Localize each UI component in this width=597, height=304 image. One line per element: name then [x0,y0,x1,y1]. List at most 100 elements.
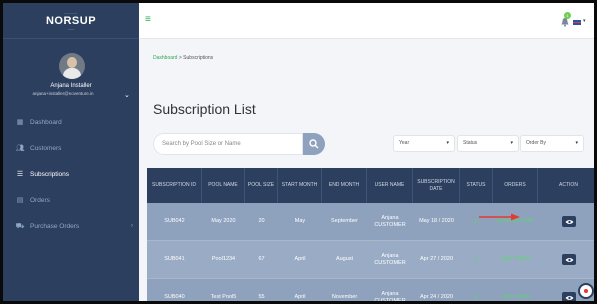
sidebar-item-label: Dashboard [30,118,62,126]
language-flag-icon[interactable] [573,20,581,25]
cell-subscription-date: Apr 24 / 2020 [419,294,454,300]
cell-subscription-id: SUB042 [164,218,185,224]
cell-end-month: November [331,294,358,300]
cell-user-name: Anjana CUSTOMER [374,214,406,228]
cell-subscription-date: Apr 27 / 2020 [419,256,454,262]
help-widget-icon[interactable] [578,283,594,299]
main-content: ≡ 1 ▾ Dashboard > Subscriptions Subscrip… [139,3,594,304]
column-header[interactable]: SUBSCRIPTION DATE [413,168,460,203]
cell-pool-name: Pool1234 [211,256,236,262]
cell-action [538,203,594,240]
orders-icon: ▤ [16,197,24,204]
search-input[interactable]: Search by Pool Size or Name [153,133,303,155]
brand-name: NORSUP [45,14,97,27]
cell-user-name: Anjana CUSTOMER [374,252,406,266]
cell-subscription-date: May 18 / 2020 [419,218,454,224]
sidebar-item-purchase-orders[interactable]: ⛟ Purchase Orders › [3,213,139,239]
sidebar-item-label: Customers [30,144,62,152]
eye-icon [565,257,573,262]
cell-user-name: Anjana CUSTOMER [374,290,406,304]
avatar-body [63,68,81,79]
year-select[interactable]: Year ▾ [393,135,455,152]
chevron-right-icon: › [131,223,133,229]
generate-order-link[interactable]: Generate Order [493,203,538,240]
cell-pool-size: 55 [258,294,265,300]
view-button[interactable] [562,216,576,227]
status-check-icon: ✓ [473,255,480,264]
eye-icon [565,219,573,224]
search-button[interactable] [303,133,325,155]
cell-pool-size: 20 [258,218,265,224]
user-name: Anjana Installer [50,83,92,89]
order-by-select[interactable]: Order By ▾ [520,135,584,152]
column-header[interactable]: START MONTH [278,168,322,203]
cell-subscription-id: SUB040 [164,294,185,300]
view-button[interactable] [562,254,576,265]
table-header: SUBSCRIPTION ID POOL NAME POOL SIZE STAR… [147,168,594,203]
user-email: anjana+installer@noventure.in [32,91,94,96]
eye-icon [565,295,573,300]
cart-icon: ⛟ [15,222,25,230]
chevron-down-icon: ▾ [446,140,449,146]
sidebar-item-label: Purchase Orders [30,222,80,230]
status-check-icon: ✓ [473,217,480,226]
breadcrumb: Dashboard > Subscriptions [153,55,213,61]
sidebar-nav: ▦ Dashboard 👥︎ Customers ☰ Subscriptions… [3,109,139,239]
cell-subscription-id: SUB041 [164,256,185,262]
users-icon: 👥︎ [15,145,25,152]
app-window: ───── NORSUP ─── Anjana Installer anjana… [0,0,597,304]
sidebar-item-orders[interactable]: ▤ Orders [3,187,139,213]
breadcrumb-dashboard-link[interactable]: Dashboard [153,55,177,61]
column-header[interactable]: USER NAME [367,168,413,203]
column-header[interactable]: END MONTH [322,168,367,203]
search-icon [309,139,319,149]
notification-badge: 1 [564,12,571,19]
sidebar-item-label: Subscriptions [30,170,70,178]
column-header[interactable]: POOL SIZE [245,168,278,203]
avatar[interactable] [59,53,85,79]
chevron-down-icon: ▾ [575,140,578,146]
sidebar-item-customers[interactable]: 👥︎ Customers [3,135,139,161]
avatar-head [67,57,77,68]
page-title: Subscription List [153,101,256,117]
table-row[interactable]: SUB042 May 2020 20 May September Anjana … [147,203,594,241]
view-button[interactable] [562,292,576,301]
list-icon: ☰ [16,171,24,178]
view-orders-link[interactable]: View Orders [493,279,538,301]
column-header[interactable]: ORDERS [493,168,538,203]
column-header[interactable]: STATUS [460,168,493,203]
cell-start-month: May [294,218,306,224]
brand-logo[interactable]: ───── NORSUP ─── [3,3,139,39]
hamburger-menu-icon[interactable]: ≡ [145,15,151,25]
dashboard-icon: ▦ [16,119,24,126]
year-select-value: Year [399,140,410,146]
language-caret-icon[interactable]: ▾ [583,18,586,24]
status-check-icon: ✓ [473,293,480,302]
status-select[interactable]: Status ▾ [457,135,519,152]
column-header[interactable]: POOL NAME [202,168,245,203]
chevron-down-icon: ▾ [510,140,513,146]
column-header[interactable]: ACTION [538,168,594,203]
view-orders-link[interactable]: View Orders [493,241,538,278]
cell-pool-size: 67 [258,256,265,262]
cell-pool-name: Test Pool5 [210,294,237,300]
cell-start-month: April [294,294,306,300]
column-header[interactable]: SUBSCRIPTION ID [147,168,202,203]
sidebar-item-subscriptions[interactable]: ☰ Subscriptions [3,161,139,187]
top-bar: ≡ 1 ▾ [139,3,594,39]
cell-end-month: September [331,218,358,224]
subscriptions-table: SUBSCRIPTION ID POOL NAME POOL SIZE STAR… [147,168,594,304]
table-row[interactable]: SUB041 Pool1234 67 April August Anjana C… [147,241,594,279]
user-menu-chevron-icon[interactable]: ⌄ [124,92,130,99]
breadcrumb-current: Subscriptions [183,55,214,61]
status-select-value: Status [463,140,478,146]
cell-start-month: April [294,256,306,262]
cell-end-month: August [335,256,354,262]
cell-pool-name: May 2020 [211,218,236,224]
table-row[interactable]: SUB040 Test Pool5 55 April November Anja… [147,279,594,304]
sidebar: ───── NORSUP ─── Anjana Installer anjana… [3,3,139,301]
sidebar-item-dashboard[interactable]: ▦ Dashboard [3,109,139,135]
order-by-select-value: Order By [526,140,547,146]
breadcrumb-separator: > [178,55,182,61]
annotation-arrow-icon [479,213,520,221]
